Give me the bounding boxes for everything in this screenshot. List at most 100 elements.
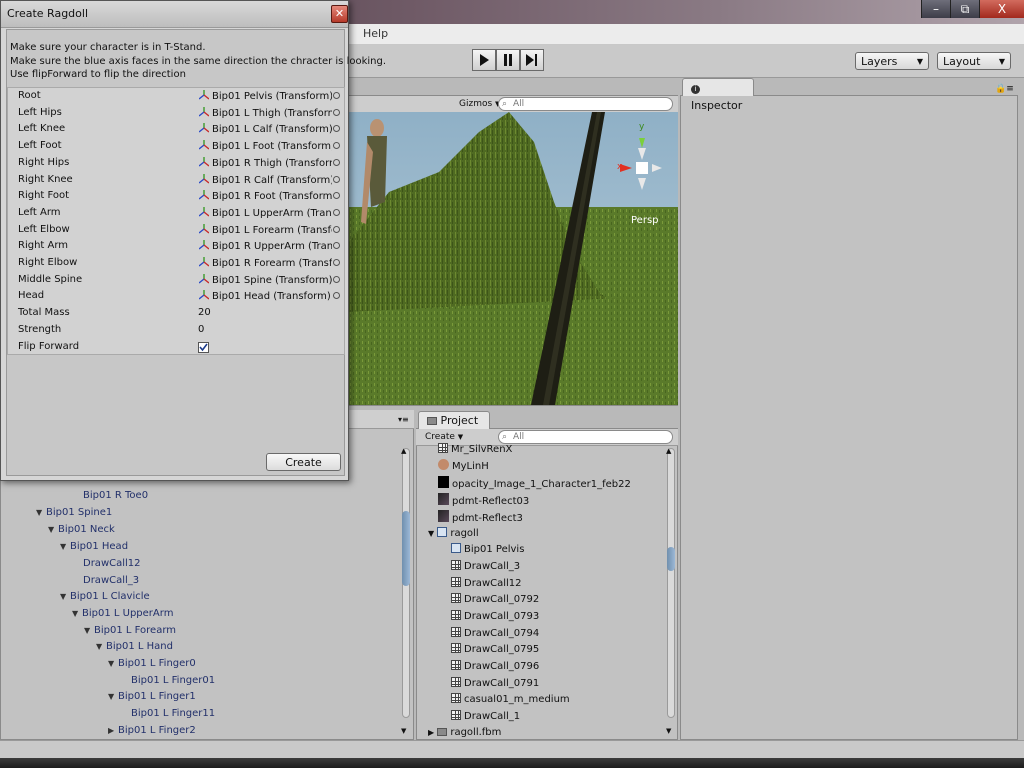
expand-arrow-icon[interactable]: ▼ — [72, 609, 82, 618]
scene-viewport[interactable]: Persp x y — [349, 112, 678, 405]
expand-arrow-icon[interactable]: ▼ — [108, 692, 118, 701]
object-picker-icon[interactable] — [333, 175, 340, 183]
hierarchy-scrollbar[interactable] — [402, 448, 410, 718]
project-item[interactable]: ▶ ragoll.fbm — [428, 727, 501, 738]
hierarchy-item[interactable]: ▼ Bip01 L Clavicle — [60, 591, 150, 602]
object-picker-icon[interactable] — [333, 275, 340, 283]
transform-object-field[interactable]: Bip01 Spine (Transform) — [199, 273, 332, 286]
persp-label[interactable]: Persp — [631, 215, 659, 226]
expand-arrow-icon[interactable]: ▼ — [60, 592, 70, 601]
project-item[interactable]: DrawCall_1 — [451, 710, 520, 722]
hierarchy-item[interactable]: ▼ Bip01 L UpperArm — [72, 608, 173, 619]
project-item[interactable]: DrawCall_0796 — [451, 660, 539, 672]
project-item[interactable]: DrawCall_0794 — [451, 627, 539, 639]
transform-object-field[interactable]: Bip01 L Forearm (Transform) — [199, 223, 332, 236]
hierarchy-item[interactable]: Bip01 L Finger11 — [131, 708, 215, 719]
expand-arrow-icon[interactable]: ▼ — [48, 525, 58, 534]
object-picker-icon[interactable] — [333, 259, 340, 266]
expand-arrow-icon[interactable]: ▼ — [108, 659, 118, 668]
hierarchy-item[interactable]: ▼ Bip01 L Finger1 — [108, 691, 196, 702]
hierarchy-item[interactable]: DrawCall12 — [83, 558, 141, 569]
transform-object-field[interactable]: Bip01 R Forearm (Transform) — [199, 257, 332, 269]
panel-menu-icon[interactable]: ▾≡ — [398, 415, 409, 424]
hierarchy-item[interactable]: Bip01 R Toe0 — [83, 490, 148, 501]
project-item[interactable]: Bip01 Pelvis — [451, 543, 524, 555]
project-item[interactable]: pdmt-Reflect3 — [438, 510, 523, 524]
object-picker-icon[interactable] — [333, 192, 340, 200]
hierarchy-item[interactable]: ▶ Bip01 L Finger2 — [108, 725, 196, 736]
transform-object-field[interactable]: Bip01 L UpperArm (Transform) — [199, 206, 332, 219]
hierarchy-item[interactable]: ▼ Bip01 L Finger0 — [108, 658, 196, 669]
object-picker-icon[interactable] — [333, 125, 340, 133]
menu-help[interactable]: Help — [363, 27, 388, 40]
project-scroll-thumb[interactable] — [667, 547, 675, 571]
dialog-title-bar[interactable]: Create Ragdoll — [1, 1, 348, 28]
transform-object-field[interactable]: Bip01 Pelvis (Transform) — [199, 90, 332, 102]
expand-arrow-icon[interactable]: ▼ — [60, 542, 70, 551]
scene-search-input[interactable]: ⌕ All — [498, 97, 673, 111]
hierarchy-scroll-thumb[interactable] — [402, 511, 410, 586]
transform-object-field[interactable]: Bip01 L Thigh (Transform) — [199, 106, 332, 119]
object-picker-icon[interactable] — [333, 292, 340, 300]
object-picker-icon[interactable] — [333, 242, 340, 250]
total-mass-input[interactable]: 20 — [198, 307, 211, 318]
lock-icon[interactable]: 🔒≡ — [995, 84, 1014, 94]
project-item[interactable]: DrawCall_0791 — [451, 677, 539, 689]
hierarchy-item[interactable]: ▼ Bip01 Neck — [48, 524, 115, 535]
project-item[interactable]: DrawCall12 — [451, 577, 522, 589]
close-icon[interactable]: ✕ — [331, 5, 348, 23]
pause-button[interactable] — [496, 49, 520, 71]
object-picker-icon[interactable] — [333, 208, 340, 216]
hierarchy-item[interactable]: DrawCall_3 — [83, 575, 139, 586]
transform-object-field[interactable]: Bip01 L Foot (Transform) — [199, 140, 332, 152]
layers-dropdown[interactable]: Layers ▼ — [855, 52, 929, 70]
object-picker-icon[interactable] — [333, 92, 340, 99]
hierarchy-item[interactable]: ▼ Bip01 L Hand — [96, 641, 173, 652]
scroll-down-icon[interactable]: ▼ — [401, 727, 406, 735]
project-scrollbar[interactable] — [667, 448, 675, 718]
maximize-button[interactable]: ⧉ — [950, 0, 979, 18]
strength-input[interactable]: 0 — [198, 324, 204, 335]
expand-arrow-icon[interactable]: ▼ — [36, 508, 46, 517]
step-button[interactable] — [520, 49, 544, 71]
project-item[interactable]: pdmt-Reflect03 — [438, 493, 529, 507]
object-picker-icon[interactable] — [333, 225, 340, 233]
project-item[interactable]: DrawCall_0792 — [451, 593, 539, 605]
minimize-button[interactable]: – — [921, 0, 950, 18]
transform-object-field[interactable]: Bip01 L Calf (Transform) — [199, 123, 332, 135]
object-picker-icon[interactable] — [333, 158, 340, 166]
layout-dropdown[interactable]: Layout ▼ — [937, 52, 1011, 70]
project-item[interactable]: DrawCall_0793 — [451, 610, 539, 622]
transform-object-field[interactable]: Bip01 R Foot (Transform) — [199, 190, 332, 202]
expand-arrow-icon[interactable]: ▼ — [428, 529, 434, 538]
scroll-up-icon[interactable]: ▲ — [666, 447, 671, 455]
object-picker-icon[interactable] — [333, 108, 340, 116]
project-item[interactable]: DrawCall_3 — [451, 560, 520, 572]
project-item[interactable]: Mr_SilvRenX — [438, 443, 512, 455]
transform-object-field[interactable]: Bip01 R Thigh (Transform) — [199, 156, 332, 169]
hierarchy-item[interactable]: ▼ Bip01 Head — [60, 541, 128, 552]
transform-object-field[interactable]: Bip01 Head (Transform) — [199, 290, 332, 302]
project-item[interactable]: DrawCall_0795 — [451, 643, 539, 655]
tab-inspector[interactable]: i Inspector — [682, 78, 754, 112]
expand-arrow-icon[interactable]: ▼ — [84, 626, 94, 635]
collapse-arrow-icon[interactable]: ▶ — [428, 728, 434, 737]
flip-forward-checkbox[interactable] — [198, 342, 209, 353]
create-button[interactable]: Create — [266, 453, 341, 471]
project-item[interactable]: MyLinH — [438, 459, 489, 472]
hierarchy-item[interactable]: ▼ Bip01 Spine1 — [36, 507, 112, 518]
hierarchy-item[interactable]: Bip01 L Finger01 — [131, 675, 215, 686]
project-item[interactable]: opacity_Image_1_Character1_feb22 — [438, 476, 631, 490]
project-item[interactable]: ▼ ragoll — [428, 527, 479, 539]
project-search-input[interactable]: ⌕ All — [498, 430, 673, 444]
tab-project[interactable]: Project — [418, 411, 490, 429]
project-create-dropdown[interactable]: Create ▼ — [421, 430, 467, 444]
close-window-button[interactable]: X — [979, 0, 1024, 18]
object-picker-icon[interactable] — [333, 142, 340, 150]
transform-object-field[interactable]: Bip01 R Calf (Transform) — [199, 173, 332, 186]
hierarchy-item[interactable]: ▼ Bip01 L Forearm — [84, 625, 176, 636]
project-item[interactable]: casual01_m_medium — [451, 693, 570, 705]
play-button[interactable] — [472, 49, 496, 71]
scroll-up-icon[interactable]: ▲ — [401, 447, 406, 455]
collapse-arrow-icon[interactable]: ▶ — [108, 726, 118, 735]
